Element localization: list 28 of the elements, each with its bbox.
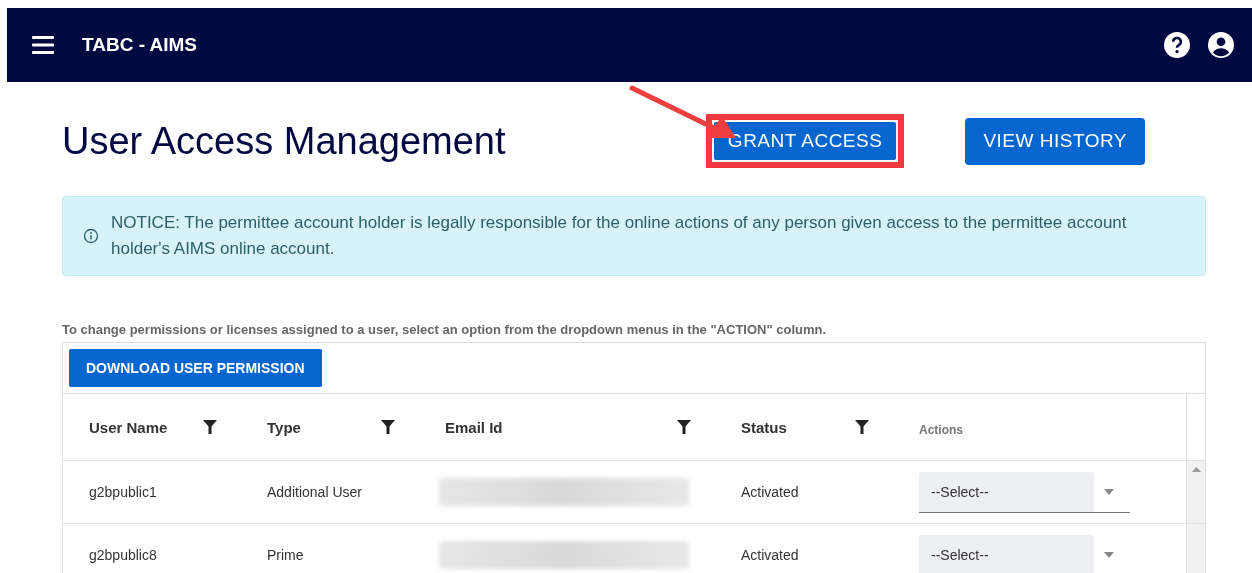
app-title: TABC - AIMS xyxy=(82,34,199,56)
column-header: Status xyxy=(741,418,787,436)
table-cell: Activated xyxy=(741,484,799,500)
menu-icon[interactable] xyxy=(32,36,54,54)
table-cell: Activated xyxy=(741,547,799,563)
table-cell: Prime xyxy=(267,547,304,563)
caret-icon xyxy=(1104,551,1114,558)
table-cell: Additional User xyxy=(267,484,362,500)
column-header: Type xyxy=(267,418,301,436)
caret-icon xyxy=(1104,488,1114,495)
action-button[interactable]: VIEW HISTORY xyxy=(965,117,1145,165)
filter-icon[interactable] xyxy=(677,420,691,434)
filter-icon[interactable] xyxy=(381,420,395,434)
table-cell: g2bpublic1 xyxy=(89,484,157,500)
column-header: Actions xyxy=(919,423,963,437)
help-icon[interactable] xyxy=(1164,32,1190,58)
filter-icon[interactable] xyxy=(203,420,217,434)
column-header: User Name xyxy=(89,418,168,436)
column-header: Email Id xyxy=(445,418,503,436)
action-button[interactable]: GRANT ACCESS xyxy=(713,122,897,160)
filter-icon[interactable] xyxy=(855,420,869,434)
table-cell: g2bpublic8 xyxy=(89,547,157,563)
account-icon[interactable] xyxy=(1208,32,1234,58)
info-icon xyxy=(83,228,99,244)
page-title: User Access Management xyxy=(62,119,507,163)
download-button[interactable]: DOWNLOAD USER PERMISSION xyxy=(69,349,322,387)
instruction-text: To change permissions or licenses assigned to a user, select an option from the dropdown menus in the "ACTION" column. xyxy=(62,322,828,337)
notice-text: NOTICE: The permittee account holder is legally responsible for the online actions of any person given access to the permittee account holder's AIMS online account. xyxy=(111,212,1128,260)
